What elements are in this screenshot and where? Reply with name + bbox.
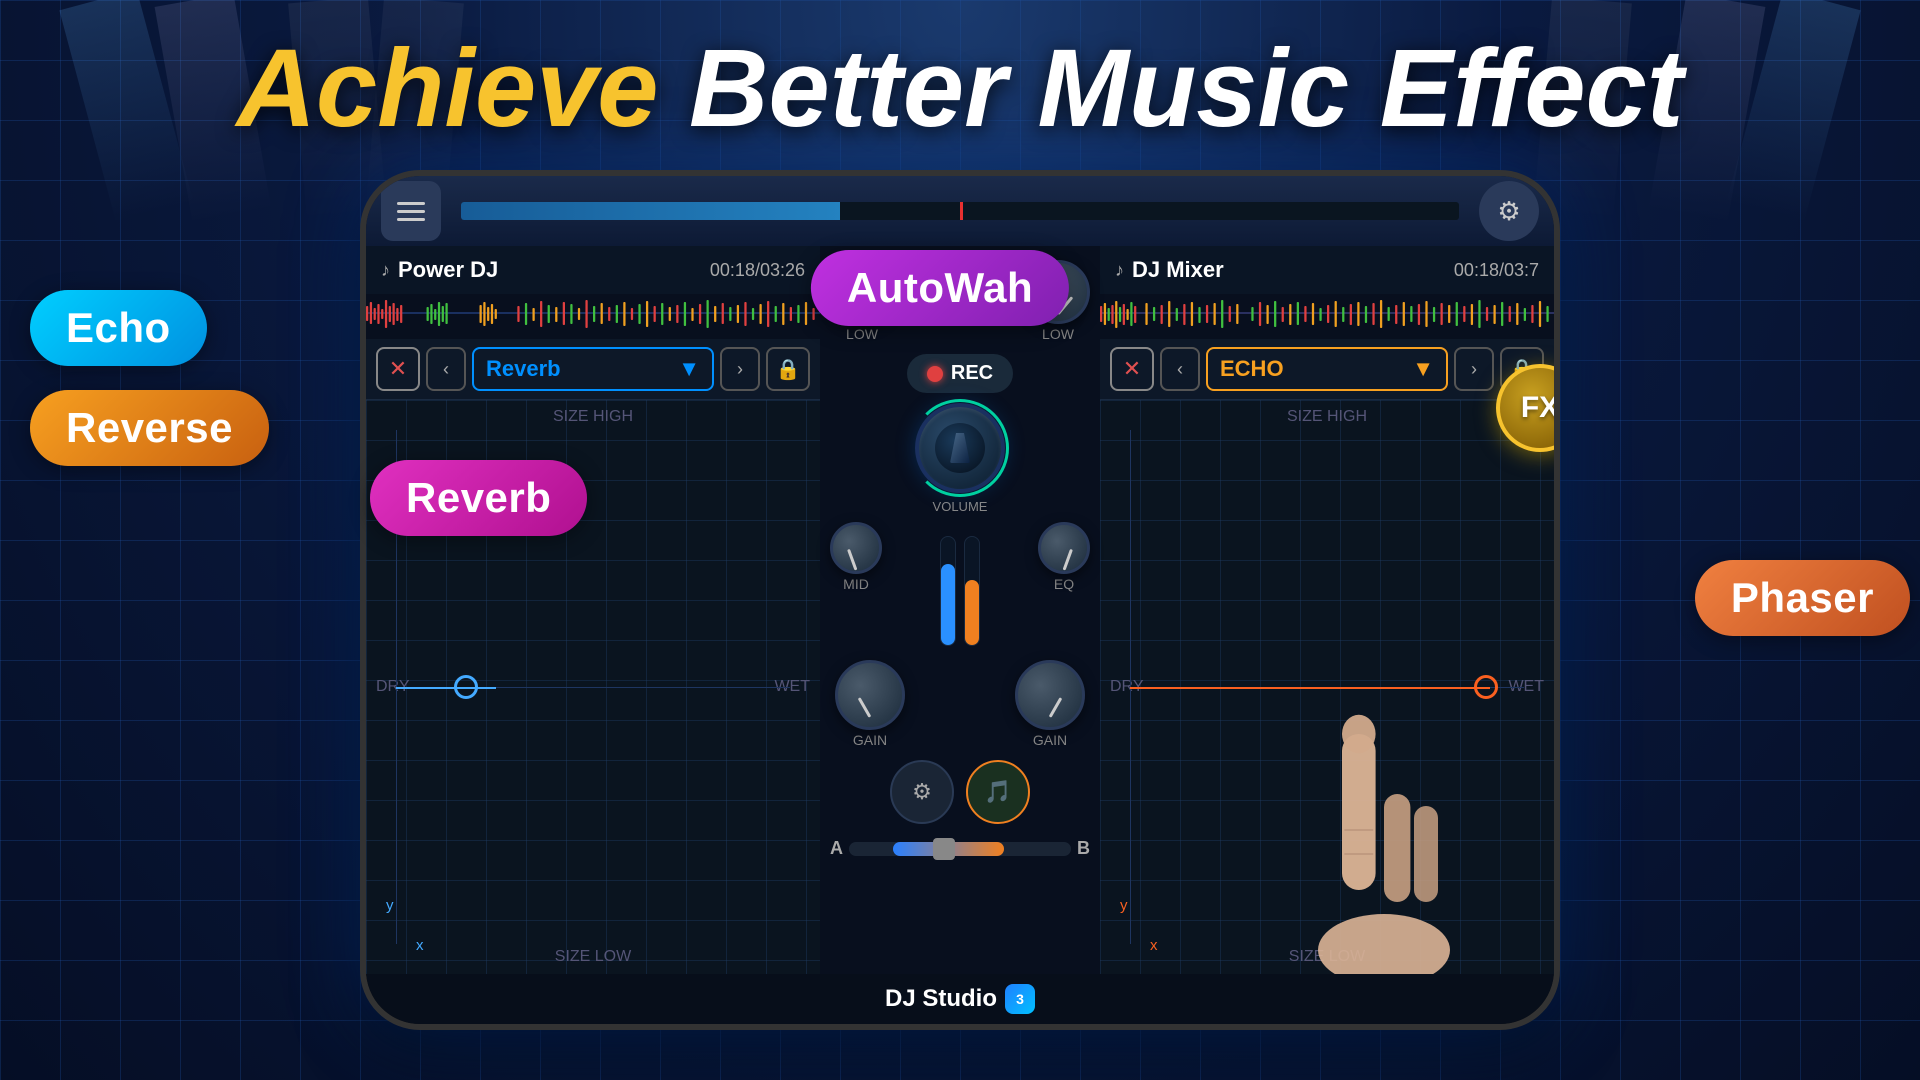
equalizer-button[interactable]: ⚙ xyxy=(890,760,954,824)
deck-left-next-effect[interactable]: › xyxy=(720,347,760,391)
gain-right-label: GAIN xyxy=(1033,732,1067,748)
music-icon-left: ♪ xyxy=(381,260,390,281)
gain-right: GAIN xyxy=(1015,660,1085,748)
rec-indicator xyxy=(927,366,943,382)
deck-left-clear-btn[interactable]: ✕ xyxy=(376,347,420,391)
reverb-label[interactable]: Reverb xyxy=(370,460,587,536)
knob-eq-right-control[interactable] xyxy=(1038,522,1090,574)
knob-mid-label: MID xyxy=(843,576,869,592)
y-axis-label-right: y xyxy=(1120,897,1128,914)
crossfader-thumb[interactable] xyxy=(933,838,955,860)
xy-cursor-right[interactable] xyxy=(1474,675,1498,699)
xy-size-low-right: SIZE LOW xyxy=(1289,948,1365,966)
crossfader-label-a: A xyxy=(830,838,843,859)
volume-speaker-shape xyxy=(950,433,970,463)
xy-cursor-left[interactable] xyxy=(454,675,478,699)
faders-row xyxy=(940,526,980,646)
deck-left-time: 00:18/03:26 xyxy=(710,260,805,281)
deck-left-effect-dropdown: ▼ xyxy=(678,356,700,382)
app-name-bar: DJ Studio 3 xyxy=(366,974,1554,1024)
crossfader-track[interactable] xyxy=(849,842,1071,856)
deck-right-waveform xyxy=(1100,294,1554,339)
y-axis-label-left: y xyxy=(386,897,394,914)
deck-right-header: ♪ DJ Mixer 00:18/03:7 xyxy=(1100,246,1554,294)
rec-label: REC xyxy=(951,362,993,385)
gain-left-control[interactable] xyxy=(835,660,905,730)
deck-right-effect-dropdown: ▼ xyxy=(1412,356,1434,382)
music-button[interactable]: 🎵 xyxy=(966,760,1030,824)
deck-right-effect-row: ✕ ‹ ECHO ▼ › 🔒 xyxy=(1100,339,1554,399)
deck-right-effect-selector[interactable]: ECHO ▼ xyxy=(1206,347,1448,391)
gain-right-control[interactable] xyxy=(1015,660,1085,730)
gain-left-label: GAIN xyxy=(853,732,887,748)
fader-right-fill xyxy=(965,580,979,645)
volume-knob[interactable] xyxy=(915,403,1005,493)
waveform-visual-right xyxy=(1100,294,1554,339)
phaser-label[interactable]: Phaser xyxy=(1695,560,1910,636)
deck-left-prev-effect[interactable]: ‹ xyxy=(426,347,466,391)
decks-container: ♪ Power DJ 00:18/03:26 xyxy=(366,246,1554,974)
fader-left-fill xyxy=(941,564,955,645)
fader-right[interactable] xyxy=(964,536,980,646)
knob-eq-right: EQ xyxy=(1038,522,1090,650)
deck-left: ♪ Power DJ 00:18/03:26 xyxy=(366,246,820,974)
deck-left-effect-name: Reverb xyxy=(486,356,561,382)
crossfader-area: A B xyxy=(820,832,1100,865)
deck-right-prev-effect[interactable]: ‹ xyxy=(1160,347,1200,391)
app-name-text: DJ Studio xyxy=(885,985,997,1013)
playhead xyxy=(960,202,963,220)
deck-right-clear-btn[interactable]: ✕ xyxy=(1110,347,1154,391)
volume-section: VOLUME xyxy=(915,399,1005,514)
x-axis-label-right: x xyxy=(1150,937,1158,954)
deck-left-waveform xyxy=(366,294,820,339)
reverse-label[interactable]: Reverse xyxy=(30,390,269,466)
left-waveform-track xyxy=(461,202,1459,220)
app-icon: 3 xyxy=(1005,984,1035,1014)
headline-achieve: Achieve xyxy=(237,27,659,150)
xy-size-low-left: SIZE LOW xyxy=(555,948,631,966)
xy-line-left xyxy=(396,687,496,689)
left-waveform-fill xyxy=(461,202,840,220)
knob-mid-left: MID xyxy=(830,522,882,650)
top-waveform-bar: ⚙ xyxy=(366,176,1554,246)
waveform-visual-left xyxy=(366,294,820,339)
main-headline: Achieve Better Music Effect xyxy=(0,28,1920,149)
deck-right-time: 00:18/03:7 xyxy=(1454,260,1539,281)
x-axis-label-left: x xyxy=(416,937,424,954)
fader-left[interactable] xyxy=(940,536,956,646)
menu-button[interactable] xyxy=(381,181,441,241)
crossfader-label-b: B xyxy=(1077,838,1090,859)
deck-left-header: ♪ Power DJ 00:18/03:26 xyxy=(366,246,820,294)
autowah-label[interactable]: AutoWah xyxy=(811,250,1069,326)
echo-label[interactable]: Echo xyxy=(30,290,207,366)
volume-knob-center xyxy=(935,423,985,473)
phone-content: ♪ Power DJ 00:18/03:26 xyxy=(366,246,1554,1024)
deck-right-effect-name: ECHO xyxy=(1220,356,1284,382)
deck-right-title: DJ Mixer xyxy=(1132,257,1454,283)
mid-eq-row: MID EQ xyxy=(820,516,1100,656)
knob-mid-control[interactable] xyxy=(830,522,882,574)
deck-right-xy-pad[interactable]: SIZE HIGH DRY WET SIZE LOW y x xyxy=(1100,399,1554,974)
deck-left-effect-selector[interactable]: Reverb ▼ xyxy=(472,347,714,391)
settings-button[interactable]: ⚙ xyxy=(1479,181,1539,241)
knob-eq-right-label: EQ xyxy=(1054,576,1074,592)
volume-label: VOLUME xyxy=(933,499,988,514)
deck-right: FX ♪ DJ Mixer 00:18/03:7 xyxy=(1100,246,1554,974)
deck-right-next-effect[interactable]: › xyxy=(1454,347,1494,391)
deck-left-effect-row: ✕ ‹ Reverb ▼ › 🔒 xyxy=(366,339,820,399)
xy-line-right xyxy=(1130,687,1490,689)
knob-low-right-label: LOW xyxy=(1042,326,1074,342)
rec-button[interactable]: REC xyxy=(907,354,1013,393)
knob-low-left-label: LOW xyxy=(846,326,878,342)
xy-size-high-left: SIZE HIGH xyxy=(553,408,633,426)
deck-left-title: Power DJ xyxy=(398,257,710,283)
gain-row: GAIN GAIN xyxy=(820,656,1100,752)
mixer-center: LOW LOW REC xyxy=(820,246,1100,974)
deck-left-lock[interactable]: 🔒 xyxy=(766,347,810,391)
headline-rest: Better Music Effect xyxy=(689,27,1683,150)
mixer-bottom-buttons: ⚙ 🎵 xyxy=(880,752,1040,832)
xy-size-high-right: SIZE HIGH xyxy=(1287,408,1367,426)
music-icon-right: ♪ xyxy=(1115,260,1124,281)
gain-left: GAIN xyxy=(835,660,905,748)
